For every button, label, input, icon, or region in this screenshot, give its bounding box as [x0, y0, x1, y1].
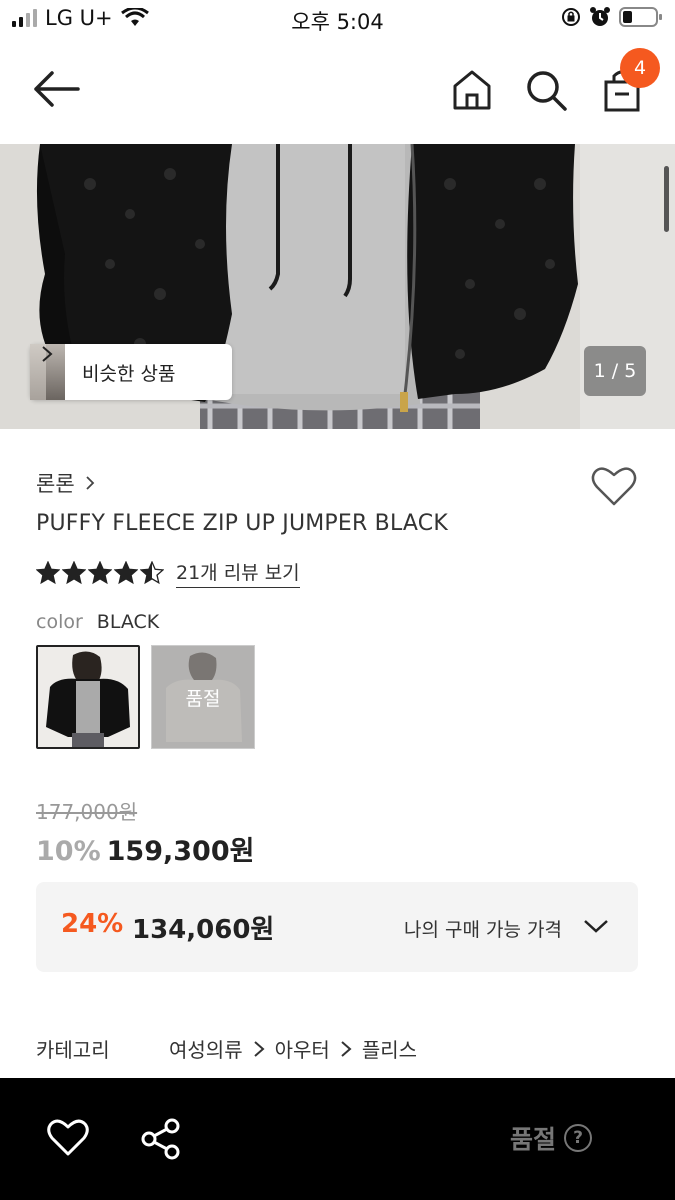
star-icon: [62, 561, 86, 585]
similar-products-button[interactable]: 비슷한 상품: [30, 344, 232, 400]
star-icon: [114, 561, 138, 585]
home-icon[interactable]: [450, 68, 494, 112]
rating-stars: [36, 561, 164, 585]
like-heart-icon[interactable]: [46, 1118, 90, 1158]
similar-products-label: 비슷한 상품: [82, 362, 176, 385]
product-title: PUFFY FLEECE ZIP UP JUMPER BLACK: [36, 511, 448, 536]
category-label: 카테고리: [36, 1038, 110, 1062]
help-icon[interactable]: ?: [564, 1124, 593, 1152]
my-price-rate: 24%: [61, 909, 124, 939]
gallery-scrollbar: [664, 166, 669, 232]
chevron-right-icon: [86, 476, 94, 490]
back-arrow-icon[interactable]: [30, 68, 82, 110]
soldout-label: 품절: [510, 1125, 557, 1154]
search-icon[interactable]: [524, 68, 568, 112]
color-swatch-ivory[interactable]: 품절: [151, 645, 255, 749]
star-icon: [140, 561, 164, 585]
color-value: BLACK: [96, 611, 160, 633]
alarm-icon: [590, 7, 610, 26]
product-image-gallery[interactable]: 비슷한 상품 1 / 5: [0, 144, 675, 429]
bottom-action-bar: 품절 ?: [0, 1078, 675, 1200]
chevron-right-icon: [42, 346, 53, 362]
top-navigation: 4: [0, 38, 675, 144]
color-label: color: [36, 611, 83, 633]
image-page-indicator: 1 / 5: [584, 346, 646, 396]
cart-count-badge: 4: [620, 48, 660, 88]
sale-price: 159,300원: [106, 836, 255, 867]
color-option: color BLACK: [36, 611, 159, 633]
my-price-value: 134,060원: [132, 915, 275, 945]
category-level-1[interactable]: 여성의류: [169, 1034, 243, 1063]
category-breadcrumb: 카테고리 여성의류 아우터 플리스: [36, 1034, 417, 1063]
share-icon[interactable]: [140, 1118, 182, 1160]
original-price: 177,000원: [36, 800, 138, 824]
my-price-label: 나의 구매 가능 가격: [404, 919, 562, 941]
rotation-lock-icon: [562, 8, 580, 26]
wishlist-heart-icon[interactable]: [590, 464, 638, 508]
category-level-2[interactable]: 아우터: [275, 1034, 330, 1063]
color-swatch-black[interactable]: [36, 645, 140, 749]
product-rating: 21개 리뷰 보기: [36, 558, 300, 588]
status-bar: LG U+ 오후 5:04: [0, 0, 675, 38]
discount-rate: 10%: [36, 836, 101, 867]
status-right: [561, 6, 663, 28]
chevron-down-icon: [584, 920, 608, 933]
swatch-soldout-label: 품절: [152, 646, 254, 748]
sale-price-row: 10% 159,300원: [36, 829, 254, 868]
star-icon: [88, 561, 112, 585]
brand-name: 론론: [36, 472, 75, 496]
brand-link[interactable]: 론론: [36, 468, 95, 498]
review-link[interactable]: 21개 리뷰 보기: [176, 558, 300, 588]
chevron-right-icon: [253, 1040, 265, 1057]
chevron-right-icon: [341, 1040, 352, 1057]
soldout-status-button[interactable]: 품절 ?: [510, 1120, 593, 1156]
my-price-dropdown[interactable]: 24% 134,060원 나의 구매 가능 가격: [36, 882, 638, 972]
swatch-black-photo: [38, 647, 138, 747]
star-icon: [36, 561, 60, 585]
battery-icon: [619, 7, 662, 27]
category-level-3[interactable]: 플리스: [362, 1034, 417, 1063]
